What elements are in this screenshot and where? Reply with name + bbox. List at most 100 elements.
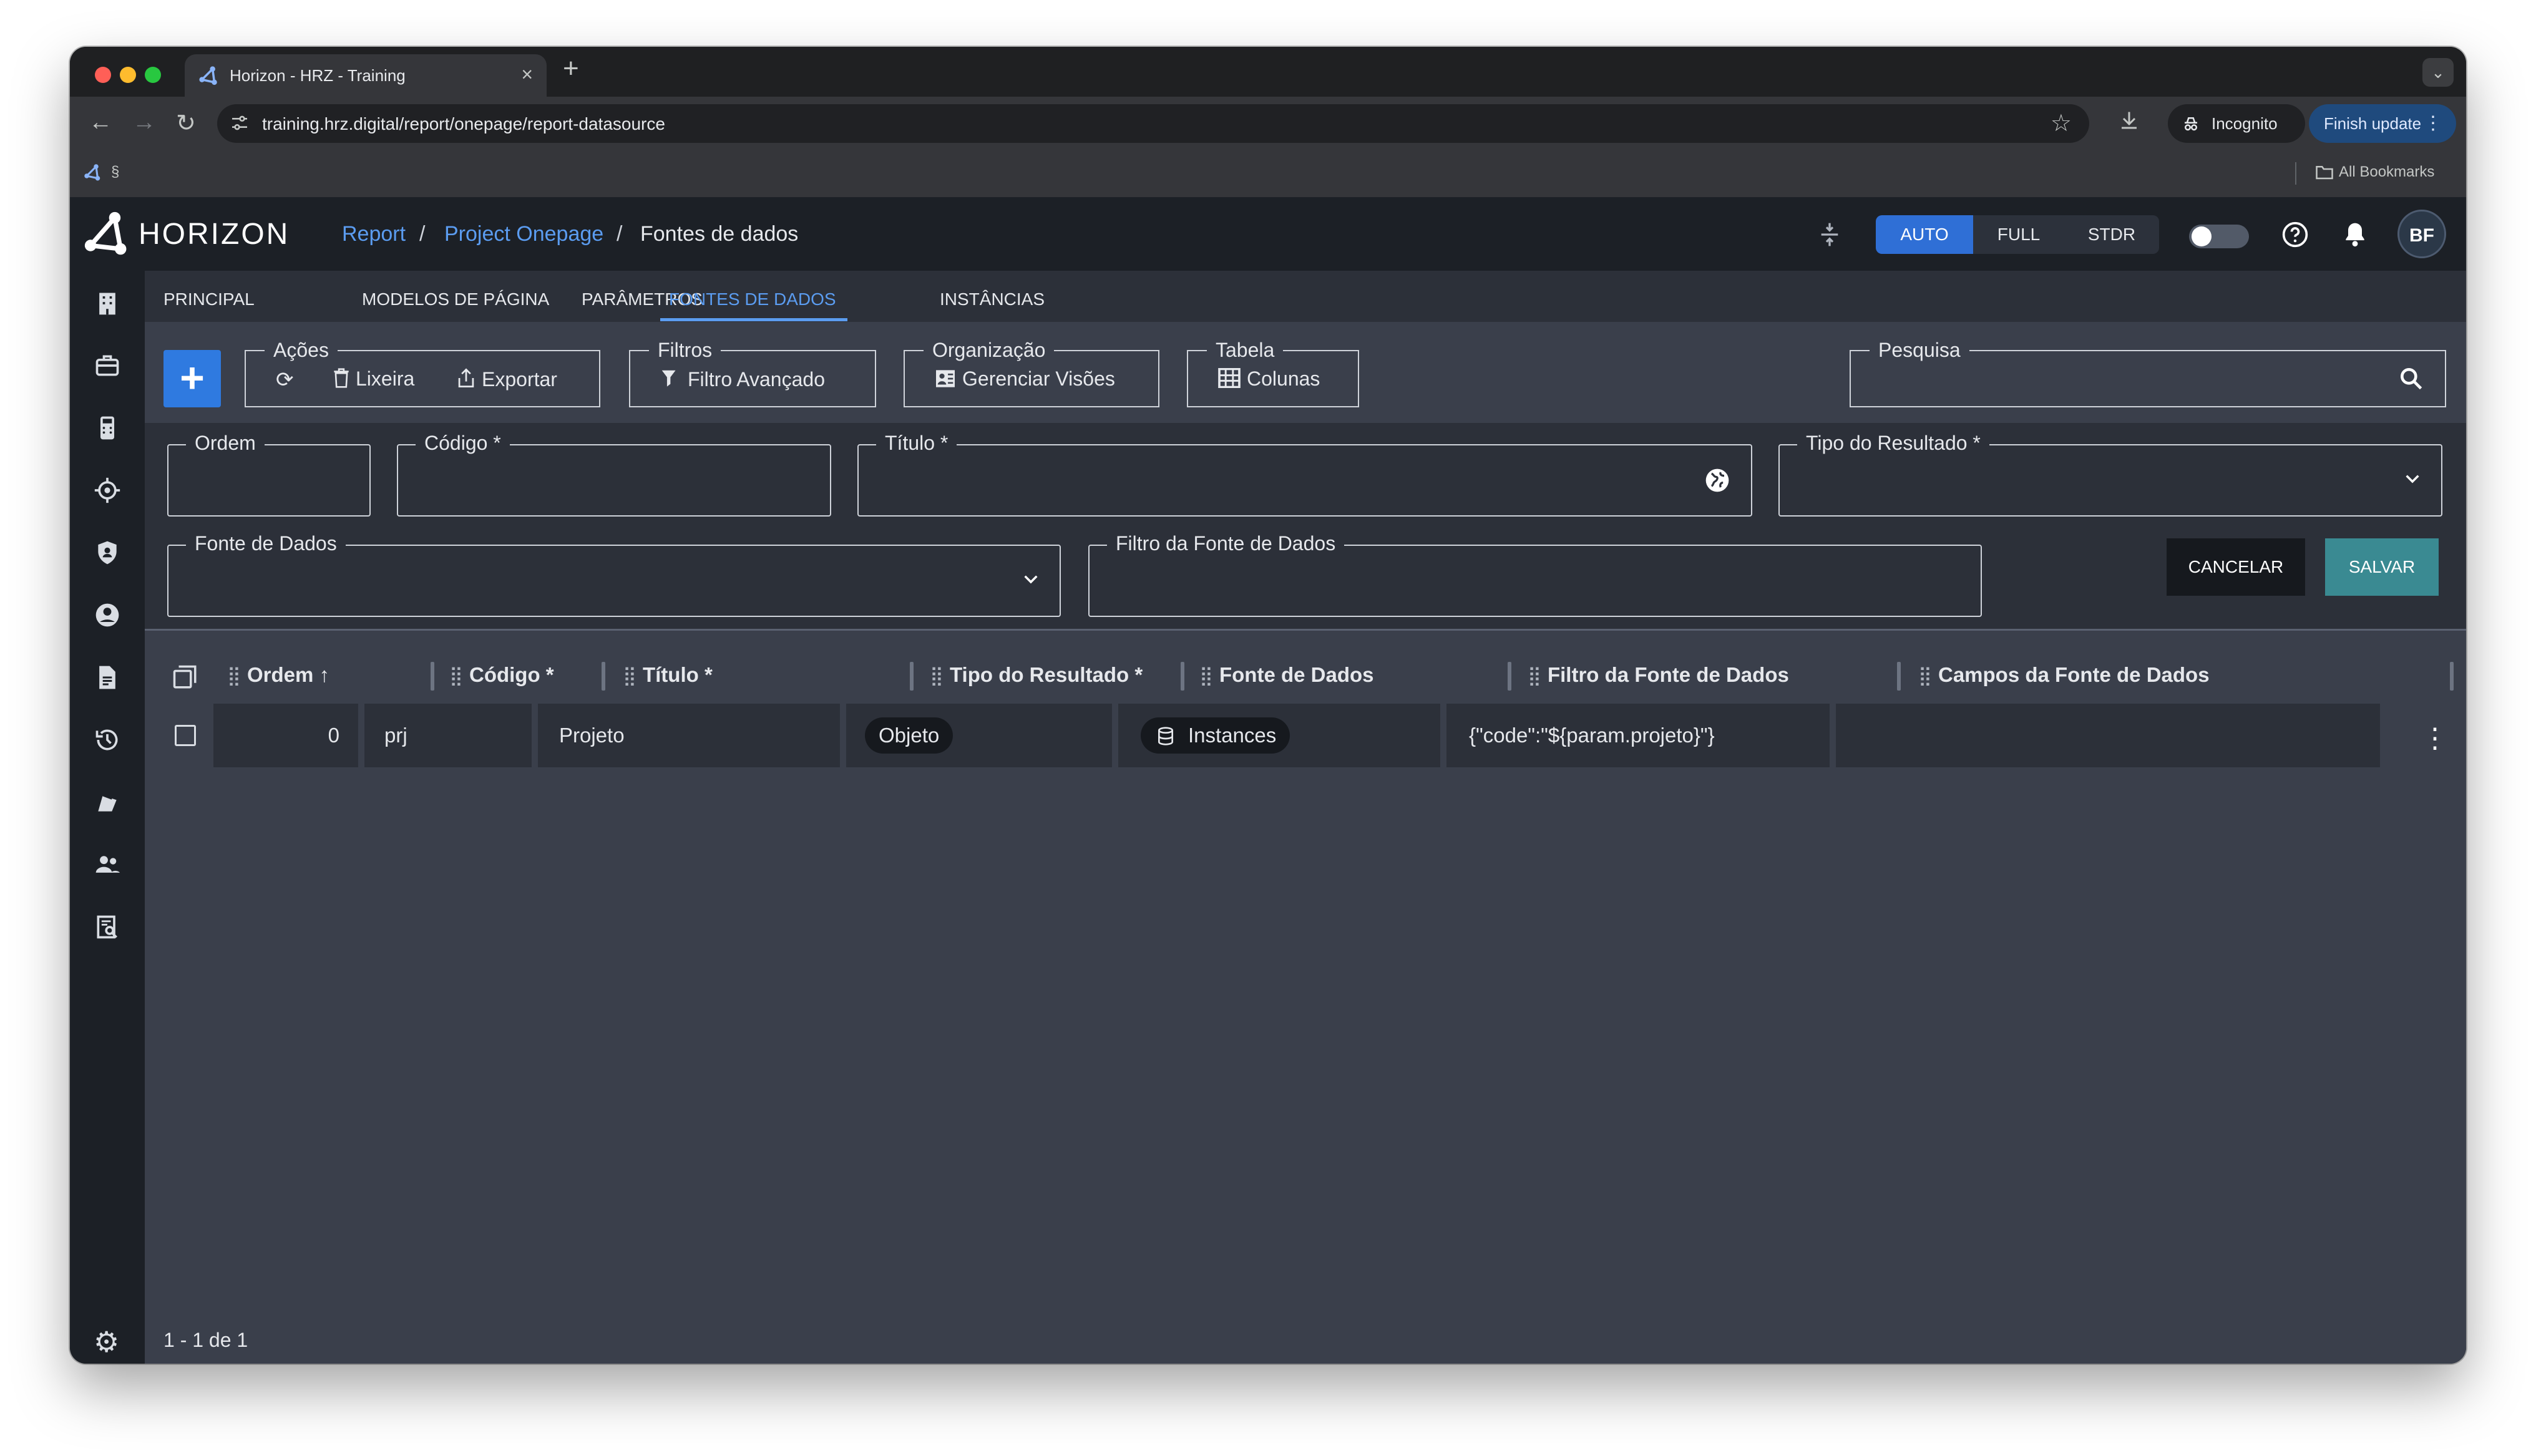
lixeira-button[interactable]: Lixeira [333, 367, 414, 391]
filtro-avancado-label: Filtro Avançado [688, 368, 825, 391]
tab-instancias[interactable]: INSTÂNCIAS [940, 289, 1045, 309]
search-icon[interactable] [2397, 365, 2425, 392]
cell-titulo[interactable]: Projeto [538, 704, 840, 767]
back-button[interactable]: ← [89, 109, 112, 136]
briefcase-icon[interactable] [94, 352, 121, 379]
tab-search-button[interactable]: ⌄ [2422, 58, 2454, 87]
column-separator[interactable] [602, 662, 605, 691]
user-avatar[interactable]: BF [2397, 210, 2446, 258]
download-icon[interactable] [2118, 109, 2140, 132]
group-icon[interactable] [94, 851, 121, 878]
paint-icon[interactable] [94, 789, 121, 816]
cell-campos-fonte[interactable] [1836, 704, 2380, 767]
reload-button[interactable]: ↻ [176, 109, 196, 137]
help-icon[interactable] [2281, 221, 2309, 248]
building-icon[interactable] [94, 289, 121, 317]
calculator-icon[interactable] [94, 414, 121, 442]
bookmark-horizon-icon[interactable] [84, 163, 102, 182]
shield-icon[interactable] [94, 539, 121, 566]
column-header-codigo[interactable]: ⣿ Código * [449, 663, 554, 687]
column-separator[interactable] [2450, 662, 2454, 691]
breadcrumb-project-onepage[interactable]: Project Onepage [444, 222, 603, 246]
crosshair-icon[interactable] [94, 477, 121, 504]
titulo-field[interactable]: Título * [857, 432, 1752, 517]
site-settings-icon[interactable] [230, 113, 250, 133]
account-icon[interactable] [94, 601, 121, 629]
finish-update-button[interactable]: Finish update ⋮ [2309, 104, 2456, 143]
mode-full-button[interactable]: FULL [1973, 215, 2064, 254]
maximize-window-button[interactable] [145, 67, 161, 83]
breadcrumb-report[interactable]: Report [342, 222, 406, 246]
tab-principal[interactable]: PRINCIPAL [163, 289, 255, 309]
report-search-icon[interactable] [94, 913, 121, 941]
translate-globe-icon[interactable] [1704, 467, 1731, 494]
browser-tab[interactable]: Horizon - HRZ - Training × [185, 54, 547, 97]
column-header-tipo-resultado[interactable]: ⣿ Tipo do Resultado * [930, 663, 1143, 687]
close-tab-icon[interactable]: × [521, 63, 533, 86]
column-header-campos-fonte[interactable]: ⣿ Campos da Fonte de Dados [1918, 663, 2210, 687]
incognito-label: Incognito [2212, 114, 2278, 133]
history-icon[interactable] [94, 726, 121, 754]
url-text[interactable]: training.hrz.digital/report/onepage/repo… [262, 114, 665, 134]
settings-icon[interactable]: ⚙ [94, 1325, 119, 1359]
cell-tipo-resultado[interactable]: Objeto [846, 704, 1112, 767]
minimize-window-button[interactable] [120, 67, 136, 83]
mode-auto-button[interactable]: AUTO [1876, 215, 1973, 254]
trash-icon [334, 368, 349, 388]
column-header-ordem[interactable]: ⣿ Ordem ↑ [227, 663, 329, 687]
column-separator[interactable] [1897, 662, 1901, 691]
forward-button[interactable]: → [132, 109, 156, 136]
filtro-fonte-dados-field[interactable]: Filtro da Fonte de Dados [1088, 532, 1982, 617]
toggle-knob [2192, 226, 2212, 246]
exportar-button[interactable]: Exportar [457, 367, 557, 391]
column-separator[interactable] [431, 662, 434, 691]
drag-handle-icon[interactable]: ⣿ [1528, 666, 1541, 686]
row-actions-menu-icon[interactable]: ⋮ [2421, 722, 2449, 754]
column-separator[interactable] [1508, 662, 1511, 691]
new-tab-button[interactable]: + [563, 53, 579, 84]
drag-handle-icon[interactable]: ⣿ [449, 666, 463, 686]
incognito-badge[interactable]: Incognito [2168, 104, 2305, 143]
column-separator[interactable] [1181, 662, 1184, 691]
bookmark-section-label[interactable]: § [111, 163, 119, 181]
cell-fonte-dados[interactable]: Instances [1118, 704, 1440, 767]
column-header-titulo[interactable]: ⣿ Título * [623, 663, 713, 687]
fonte-dados-select[interactable]: Fonte de Dados [167, 532, 1061, 617]
address-bar[interactable]: training.hrz.digital/report/onepage/repo… [217, 104, 2089, 143]
column-separator[interactable] [910, 662, 914, 691]
cancel-button[interactable]: CANCELAR [2167, 538, 2305, 596]
notifications-icon[interactable] [2341, 221, 2369, 248]
gerenciar-visoes-button[interactable]: Gerenciar Visões [935, 367, 1115, 391]
cell-filtro-fonte[interactable]: {"code":"${param.projeto}"} [1446, 704, 1830, 767]
all-bookmarks-button[interactable]: All Bookmarks [2315, 163, 2434, 181]
drag-handle-icon[interactable]: ⣿ [1199, 666, 1213, 686]
bookmark-star-icon[interactable]: ☆ [2051, 109, 2072, 137]
add-button[interactable]: + [163, 350, 221, 407]
column-header-filtro-fonte[interactable]: ⣿ Filtro da Fonte de Dados [1528, 663, 1789, 687]
select-all-icon[interactable] [172, 664, 198, 691]
close-window-button[interactable] [95, 67, 111, 83]
colunas-button[interactable]: Colunas [1218, 367, 1320, 391]
tab-fontes-de-dados[interactable]: FONTES DE DADOS [669, 289, 836, 309]
drag-handle-icon[interactable]: ⣿ [227, 666, 241, 686]
theme-toggle[interactable] [2189, 225, 2249, 248]
search-field[interactable]: Pesquisa [1850, 339, 2446, 407]
mode-stdr-button[interactable]: STDR [2064, 215, 2159, 254]
save-button[interactable]: SALVAR [2325, 538, 2439, 596]
drag-handle-icon[interactable]: ⣿ [1918, 666, 1932, 686]
column-header-fonte-dados[interactable]: ⣿ Fonte de Dados [1199, 663, 1374, 687]
drag-handle-icon[interactable]: ⣿ [623, 666, 636, 686]
tipo-resultado-select[interactable]: Tipo do Resultado * [1778, 432, 2442, 517]
codigo-field[interactable]: Código * [397, 432, 831, 517]
document-icon[interactable] [94, 664, 121, 691]
cell-codigo[interactable]: prj [364, 704, 532, 767]
density-icon[interactable] [1817, 221, 1842, 248]
refresh-button[interactable]: ⟳ [276, 367, 300, 392]
ordem-field[interactable]: Ordem [167, 432, 371, 517]
tab-modelos-de-pagina[interactable]: MODELOS DE PÁGINA [362, 289, 549, 309]
horizon-logo-icon[interactable] [84, 211, 130, 257]
cell-ordem[interactable]: 0 [213, 704, 358, 767]
row-checkbox[interactable] [175, 725, 196, 746]
filtro-avancado-button[interactable]: Filtro Avançado [660, 367, 825, 391]
drag-handle-icon[interactable]: ⣿ [930, 666, 944, 686]
